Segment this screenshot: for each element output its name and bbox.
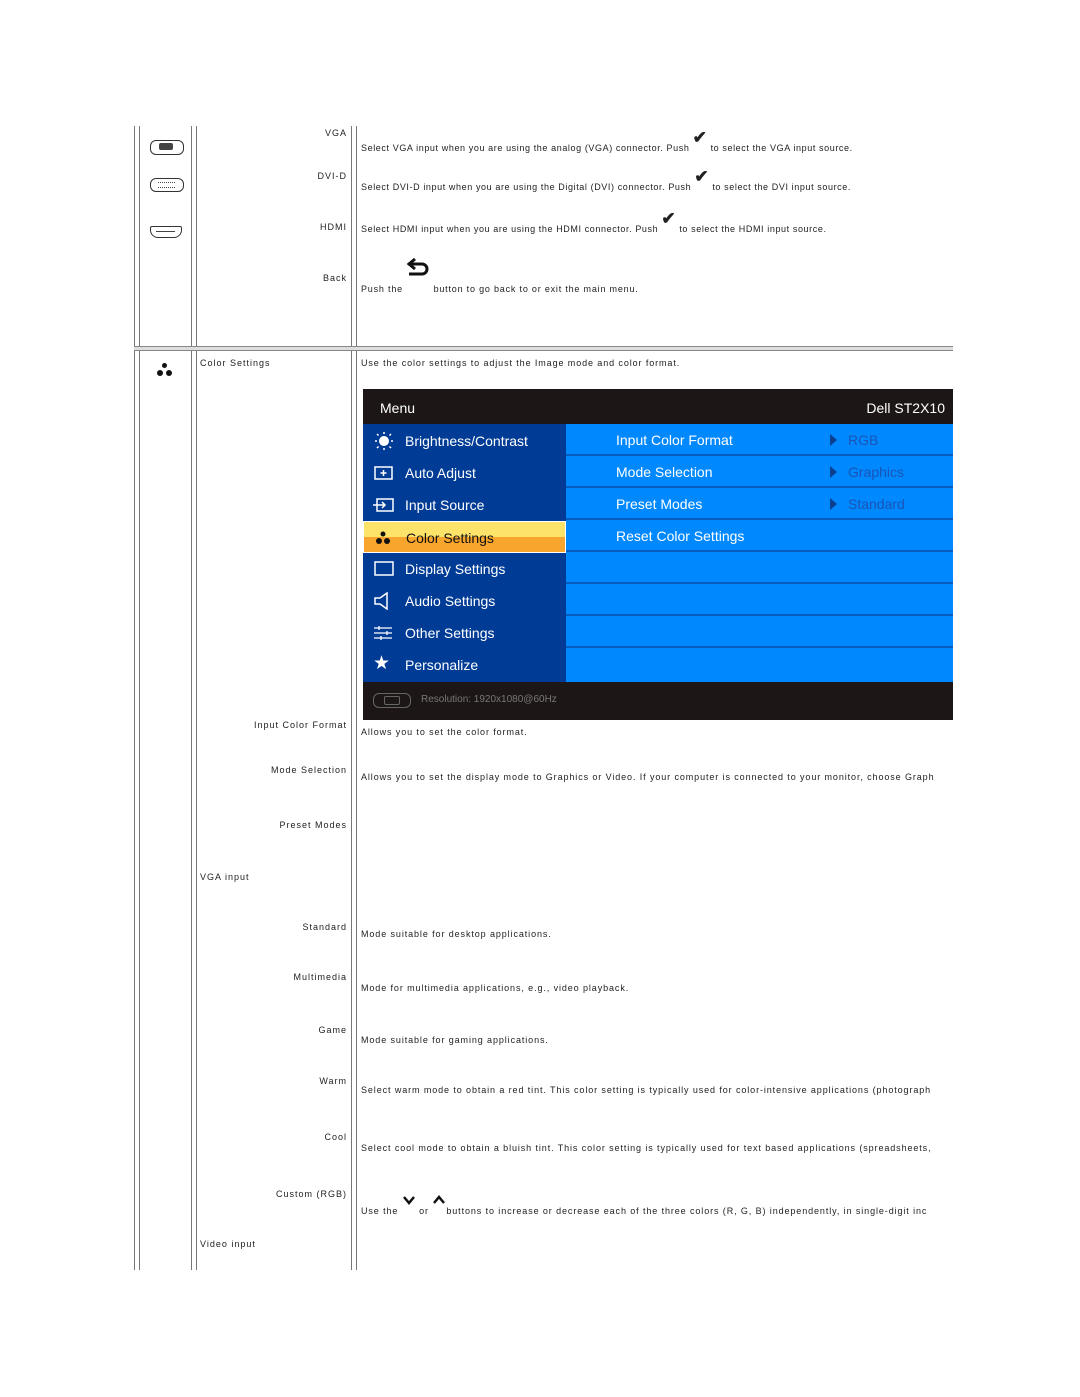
osd-submenu-empty-row	[566, 585, 953, 616]
osd-menu-personalize[interactable]: ★ Personalize	[363, 649, 566, 681]
chevron-down-icon	[402, 1194, 416, 1206]
item-label-custom-rgb: Custom (RGB)	[275, 1189, 347, 1199]
osd-submenu-preset-modes[interactable]: Preset Modes Standard	[566, 489, 953, 520]
hdmi-connector-icon	[150, 226, 182, 238]
osd-submenu: Input Color Format RGB Mode Selection Gr…	[566, 424, 953, 682]
sliders-icon	[373, 624, 395, 642]
chevron-up-icon	[432, 1194, 446, 1206]
desc-mode-selection: Allows you to set the display mode to Gr…	[361, 772, 935, 782]
osd-submenu-input-color-format[interactable]: Input Color Format RGB	[566, 425, 953, 456]
osd-menu-audio-settings[interactable]: Audio Settings	[363, 585, 566, 617]
back-arrow-icon	[406, 257, 430, 280]
item-label-multimedia: Multimedia	[293, 972, 347, 982]
item-label-game: Game	[318, 1025, 347, 1035]
vga-description: Select VGA input when you are using the …	[361, 128, 853, 153]
osd-menu-color-settings[interactable]: Color Settings	[363, 521, 566, 553]
input-label-dvi: DVI-D	[317, 171, 347, 181]
vga-connector-icon	[373, 693, 411, 708]
input-label-back: Back	[322, 273, 347, 283]
table-border-left	[134, 126, 140, 1270]
osd-menu-input-source[interactable]: Input Source	[363, 489, 566, 521]
submenu-arrow-icon	[830, 434, 837, 446]
submenu-arrow-icon	[830, 498, 837, 510]
osd-header-title: Menu	[380, 400, 416, 416]
input-label-hdmi: HDMI	[320, 222, 347, 232]
descriptions-column: Allows you to set the color format. Allo…	[361, 720, 953, 1280]
color-settings-icon	[374, 529, 396, 547]
checkmark-icon: ✔	[661, 209, 677, 228]
desc-input-color-format: Allows you to set the color format.	[361, 727, 528, 737]
osd-model-name: Dell ST2X10	[866, 400, 945, 416]
item-label-vga-input: VGA input	[200, 872, 250, 882]
desc-warm: Select warm mode to obtain a red tint. T…	[361, 1085, 932, 1095]
osd-menu-screenshot: Menu Dell ST2X10 Brightness/Contrast Aut…	[363, 389, 953, 720]
speaker-icon	[373, 591, 395, 611]
osd-menu-other-settings[interactable]: Other Settings	[363, 617, 566, 649]
osd-submenu-empty-row	[566, 617, 953, 648]
osd-menu-auto-adjust[interactable]: Auto Adjust	[363, 457, 566, 489]
input-label-vga: VGA	[324, 128, 347, 138]
back-description: Push the button to go back to or exit th…	[361, 256, 639, 294]
osd-resolution: Resolution: 1920x1080@60Hz	[421, 694, 557, 705]
osd-submenu-reset-color-settings[interactable]: Reset Color Settings	[566, 521, 953, 552]
item-label-input-color-format: Input Color Format	[253, 720, 347, 730]
desc-multimedia: Mode for multimedia applications, e.g., …	[361, 983, 630, 993]
item-label-preset-modes: Preset Modes	[279, 820, 347, 830]
checkmark-icon: ✔	[692, 128, 708, 147]
osd-menu-brightness-contrast[interactable]: Brightness/Contrast	[363, 425, 566, 457]
item-label-video-input: Video input	[200, 1239, 256, 1249]
osd-main-menu: Brightness/Contrast Auto Adjust Input So…	[363, 424, 566, 682]
osd-footer: Resolution: 1920x1080@60Hz	[363, 682, 953, 720]
submenu-arrow-icon	[830, 466, 837, 478]
item-label-standard: Standard	[302, 922, 347, 932]
desc-cool: Select cool mode to obtain a bluish tint…	[361, 1143, 932, 1153]
input-source-icon	[373, 496, 395, 514]
osd-submenu-empty-row	[566, 553, 953, 584]
vga-connector-icon	[150, 140, 184, 155]
item-label-cool: Cool	[324, 1132, 347, 1142]
display-icon	[373, 560, 395, 578]
desc-custom-rgb: Use the or buttons to increase or decrea…	[361, 1194, 927, 1216]
section-title: Color Settings	[200, 358, 271, 368]
section-intro: Use the color settings to adjust the Ima…	[361, 358, 681, 368]
checkmark-icon: ✔	[694, 167, 710, 186]
desc-standard: Mode suitable for desktop applications.	[361, 929, 552, 939]
dvi-description: Select DVI-D input when you are using th…	[361, 167, 851, 192]
color-settings-icon	[156, 363, 176, 379]
osd-submenu-mode-selection[interactable]: Mode Selection Graphics	[566, 457, 953, 488]
auto-adjust-icon	[373, 464, 395, 482]
osd-menu-display-settings[interactable]: Display Settings	[363, 553, 566, 585]
desc-game: Mode suitable for gaming applications.	[361, 1035, 549, 1045]
table-border-col1	[191, 126, 197, 1270]
brightness-icon	[373, 432, 395, 450]
osd-submenu-empty-row	[566, 649, 953, 680]
row-divider	[134, 346, 953, 351]
hdmi-description: Select HDMI input when you are using the…	[361, 209, 827, 234]
dvi-connector-icon	[150, 178, 184, 192]
table-border-col2	[351, 126, 357, 1270]
star-icon: ★	[373, 653, 391, 674]
item-label-warm: Warm	[319, 1076, 347, 1086]
item-label-mode-selection: Mode Selection	[270, 765, 347, 775]
